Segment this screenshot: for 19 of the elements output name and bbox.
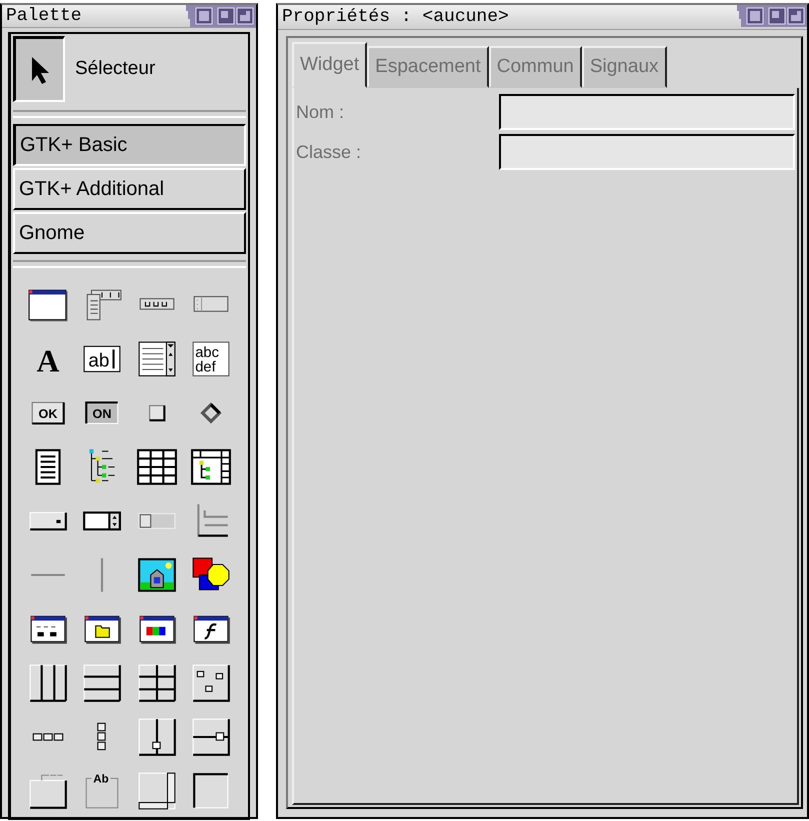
window-title: Propriétés : <aucune>: [281, 7, 509, 27]
vertical-slider-icon[interactable]: [136, 716, 178, 758]
field-label: Nom :: [296, 102, 344, 122]
field-label: Classe :: [296, 142, 362, 162]
letter-icon[interactable]: A: [27, 338, 70, 380]
grid-icon[interactable]: [136, 446, 178, 488]
pointer-tool-button[interactable]: [13, 36, 65, 102]
horizontal-slider-icon[interactable]: [190, 716, 232, 758]
scattered-squares-icon[interactable]: [190, 662, 232, 704]
palette-group-button[interactable]: GTK+ Basic: [13, 124, 246, 166]
selector-label: Sélecteur: [75, 58, 156, 80]
palette-group-button[interactable]: GTK+ Additional: [13, 168, 246, 210]
table-icon[interactable]: [136, 662, 178, 704]
scrolled-pane-icon[interactable]: [136, 770, 178, 812]
window-title: Palette: [5, 6, 82, 26]
grid-tree-icon[interactable]: [190, 446, 232, 488]
palette-group-button[interactable]: Gnome: [13, 212, 246, 254]
columns-icon[interactable]: [27, 662, 70, 704]
rows-icon[interactable]: [81, 662, 124, 704]
